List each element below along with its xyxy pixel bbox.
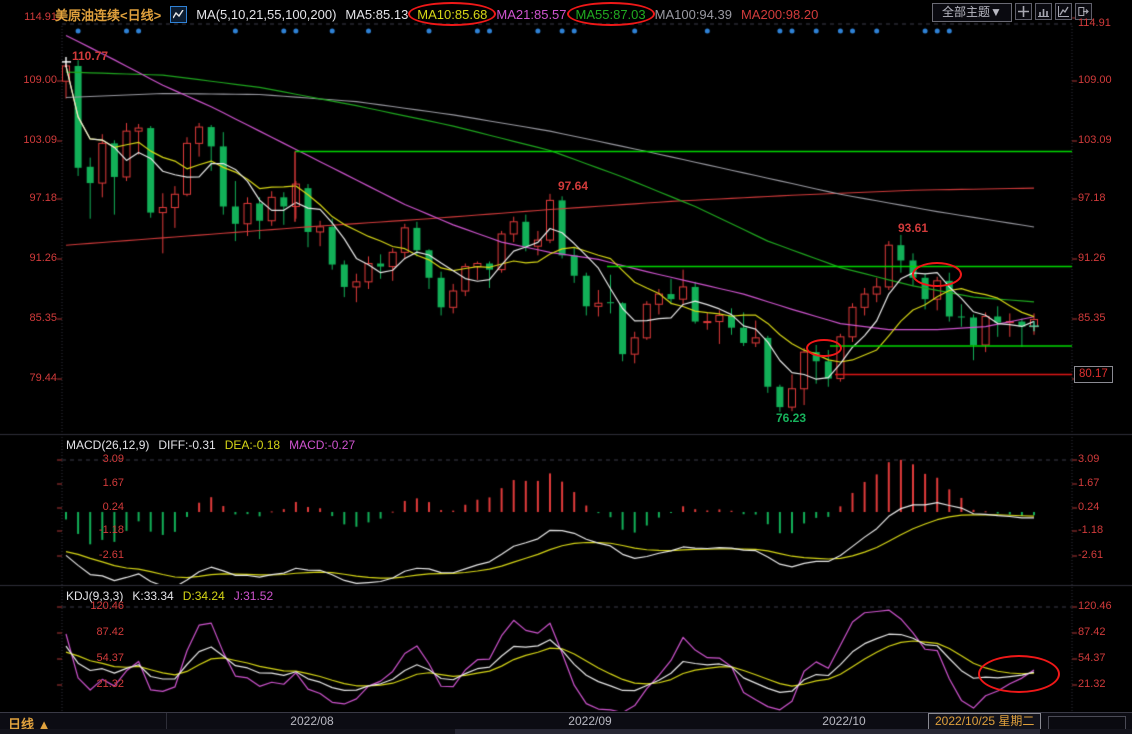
x-axis-month-label: 2022/10 [809, 714, 879, 728]
kdj-axis-right-tick: 120.46 [1078, 600, 1132, 612]
main-axis-left-tick: 97.18 [3, 192, 57, 204]
bar-chart-icon[interactable] [1035, 3, 1052, 20]
kdj-axis-right-tick: 87.42 [1078, 626, 1132, 638]
kdj-axis-left-tick: 21.32 [70, 678, 124, 690]
main-axis-left-tick: 109.00 [3, 74, 57, 86]
ma5-value: MA5:85.13 [345, 7, 408, 22]
macd-dea-value: DEA:-0.18 [225, 438, 280, 452]
ma55-value: MA55:87.03 [576, 7, 646, 22]
current-date-box[interactable]: 2022/10/25 星期二 [928, 713, 1041, 730]
main-axis-right-tick: 85.35 [1078, 312, 1132, 324]
ma200-value: MA200:98.20 [741, 7, 818, 22]
ma100-value: MA100:94.39 [655, 7, 732, 22]
chart-header: 美原油连续<日线> MA(5,10,21,55,100,200) MA5:85.… [55, 5, 818, 24]
x-axis-month-label: 2022/08 [277, 714, 347, 728]
macd-axis-right-tick: -2.61 [1078, 549, 1132, 561]
x-axis-month-label: 2022/09 [555, 714, 625, 728]
price-label-oct-high: 93.61 [898, 221, 928, 235]
period-tag: <日线> [120, 8, 161, 23]
macd-axis-left-tick: -1.18 [70, 524, 124, 536]
trend-line-icon[interactable] [1055, 3, 1072, 20]
macd-axis-right-tick: -1.18 [1078, 524, 1132, 536]
macd-axis-left-tick: 1.67 [70, 477, 124, 489]
macd-macd-value: MACD:-0.27 [289, 438, 355, 452]
macd-diff-value: DIFF:-0.31 [158, 438, 215, 452]
kdj-axis-left-tick: 54.37 [70, 652, 124, 664]
main-axis-left-tick: 114.91 [3, 11, 57, 23]
main-axis-right-tick: 103.09 [1078, 134, 1132, 146]
chart-type-icon[interactable] [170, 6, 187, 23]
main-axis-right-tick: 109.00 [1078, 74, 1132, 86]
macd-header: MACD(26,12,9) DIFF:-0.31 DEA:-0.18 MACD:… [66, 438, 355, 452]
macd-axis-left-tick: 3.09 [70, 453, 124, 465]
price-label-low: 76.23 [776, 411, 806, 425]
crosshair-move-icon[interactable] [1015, 3, 1032, 20]
main-axis-left-tick: 103.09 [3, 134, 57, 146]
main-axis-right-tick: 114.91 [1078, 17, 1132, 29]
ma21-value: MA21:85.57 [496, 7, 566, 22]
chart-canvas[interactable] [0, 0, 1132, 734]
bottom-bar-divider [166, 713, 167, 729]
main-axis-left-tick: 85.35 [3, 312, 57, 324]
ma-settings-label: MA(5,10,21,55,100,200) [196, 7, 336, 22]
theme-dropdown-button[interactable]: 全部主题▼ [932, 3, 1012, 22]
macd-axis-left-tick: -2.61 [70, 549, 124, 561]
macd-axis-right-tick: 0.24 [1078, 501, 1132, 513]
main-axis-left-tick: 91.26 [3, 252, 57, 264]
symbol-title: 美原油连续<日线> [55, 5, 161, 24]
ma10-value: MA10:85.68 [417, 7, 487, 22]
main-axis-left-tick: 79.44 [3, 372, 57, 384]
symbol-name: 美原油连续 [55, 8, 120, 23]
kdj-axis-left-tick: 87.42 [70, 626, 124, 638]
kdj-axis-left-tick: 120.46 [70, 600, 124, 612]
kdj-axis-right-tick: 21.32 [1078, 678, 1132, 690]
macd-axis-right-tick: 3.09 [1078, 453, 1132, 465]
macd-title: MACD(26,12,9) [66, 438, 149, 452]
price-label-high: 110.77 [72, 49, 108, 63]
price-level-label-80.17: 80.17 [1074, 366, 1113, 383]
bottom-right-box[interactable] [1048, 716, 1126, 730]
kdj-k-value: K:33.34 [132, 589, 173, 603]
kdj-axis-right-tick: 54.37 [1078, 652, 1132, 664]
kdj-j-value: J:31.52 [234, 589, 273, 603]
macd-axis-right-tick: 1.67 [1078, 477, 1132, 489]
horizontal-scrollbar-thumb[interactable] [455, 729, 1040, 734]
trading-app-window: 美原油连续<日线> MA(5,10,21,55,100,200) MA5:85.… [0, 0, 1132, 734]
main-axis-right-tick: 97.18 [1078, 192, 1132, 204]
price-label-swing-high: 97.64 [558, 179, 588, 193]
macd-axis-left-tick: 0.24 [70, 501, 124, 513]
kdj-d-value: D:34.24 [183, 589, 225, 603]
main-axis-right-tick: 91.26 [1078, 252, 1132, 264]
